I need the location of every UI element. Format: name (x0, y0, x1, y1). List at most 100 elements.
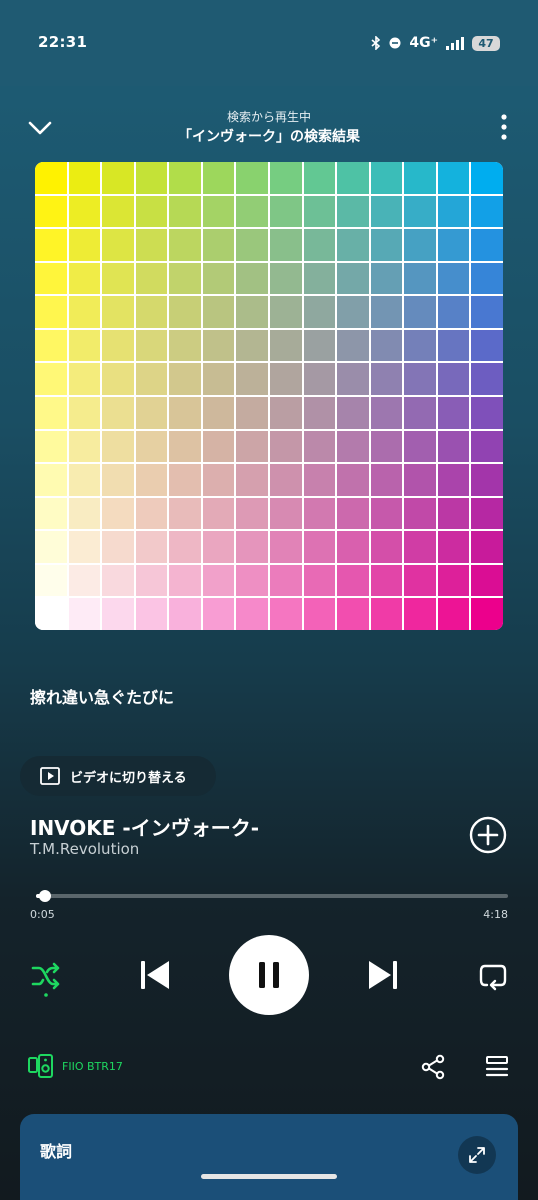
artwork-tile (102, 430, 134, 463)
artwork-tile (169, 329, 201, 362)
home-indicator[interactable] (201, 1174, 337, 1179)
artwork-tile (169, 195, 201, 228)
artwork-tile (437, 262, 470, 295)
share-icon[interactable] (420, 1054, 446, 1080)
artwork-tile (236, 564, 268, 597)
artwork-tile (135, 564, 168, 597)
artwork-tile (135, 329, 168, 362)
artwork-tile (337, 195, 369, 228)
progress-handle[interactable] (39, 890, 52, 902)
artwork-tile (269, 229, 302, 261)
artwork-tile (202, 531, 235, 563)
artwork-tile (370, 296, 403, 328)
artwork-tile (370, 162, 403, 194)
artwork-tile (303, 262, 336, 295)
artwork-tile (337, 497, 369, 530)
artwork-tile (471, 497, 503, 530)
context-title[interactable]: 「インヴォーク」の検索結果 (0, 126, 538, 146)
artwork-tile (169, 229, 201, 261)
repeat-icon (479, 964, 507, 991)
artwork-tile (68, 363, 101, 395)
artwork-tile (35, 296, 67, 328)
artwork-tile (236, 396, 268, 429)
artwork-tile (236, 229, 268, 261)
artwork-tile (68, 262, 101, 295)
artwork-tile (437, 464, 470, 496)
artwork-tile (370, 497, 403, 530)
connected-device[interactable]: FIIO BTR17 (28, 1054, 123, 1078)
pause-button[interactable] (229, 935, 309, 1015)
artwork-tile (471, 195, 503, 228)
artwork-tile (169, 564, 201, 597)
artwork-tile (337, 329, 369, 362)
artwork-tile (404, 396, 436, 429)
artwork-tile (202, 564, 235, 597)
switch-to-video-button[interactable]: ビデオに切り替える (20, 756, 216, 796)
artwork-tile (471, 329, 503, 362)
artwork-tile (236, 162, 268, 194)
artwork-tile (337, 464, 369, 496)
lyrics-label: 歌詞 (40, 1142, 73, 1161)
artwork-tile (370, 430, 403, 463)
track-title[interactable]: INVOKE -インヴォーク- (30, 812, 259, 841)
progress-bar[interactable] (36, 890, 508, 902)
artwork-tile (471, 363, 503, 395)
artwork-tile (169, 531, 201, 563)
expand-icon (469, 1147, 485, 1163)
artwork-tile (68, 296, 101, 328)
artwork-tile (303, 531, 336, 563)
artwork-tile (102, 396, 134, 429)
artwork-tile (269, 598, 302, 630)
lyrics-card[interactable]: 歌詞 (20, 1114, 518, 1200)
bluetooth-icon (371, 36, 381, 50)
queue-icon[interactable] (484, 1054, 510, 1080)
artwork-tile (135, 497, 168, 530)
artwork-tile (68, 195, 101, 228)
artwork-tile (135, 598, 168, 630)
artwork-tile (269, 564, 302, 597)
artwork-tile (471, 564, 503, 597)
artwork-tile (471, 296, 503, 328)
track-artist[interactable]: T.M.Revolution (30, 840, 139, 858)
artwork-tile (35, 464, 67, 496)
device-speaker-icon (28, 1054, 53, 1078)
artwork-tile (35, 329, 67, 362)
artwork-tile (269, 162, 302, 194)
artwork-tile (303, 363, 336, 395)
artwork-tile (202, 262, 235, 295)
add-to-library-icon[interactable] (468, 815, 508, 855)
artwork-tile (303, 430, 336, 463)
artwork-tile (303, 296, 336, 328)
artwork-tile (102, 195, 134, 228)
artwork-tile (437, 531, 470, 563)
previous-button[interactable] (136, 956, 174, 994)
artwork-tile (337, 262, 369, 295)
repeat-button[interactable] (476, 958, 510, 994)
artwork-tile (102, 464, 134, 496)
artwork-tile (370, 195, 403, 228)
signal-icon (446, 36, 464, 50)
artwork-tile (404, 262, 436, 295)
status-bar: 22:31 4G⁺ 47 (0, 0, 538, 86)
shuffle-button[interactable] (28, 958, 64, 998)
artwork-tile (102, 329, 134, 362)
artwork-tile (370, 396, 403, 429)
artwork-tile (370, 329, 403, 362)
total-time: 4:18 (483, 908, 508, 921)
artwork-tile (370, 564, 403, 597)
artwork-tile (169, 363, 201, 395)
artwork-tile (68, 598, 101, 630)
artwork-tile (202, 598, 235, 630)
artwork-tile (68, 564, 101, 597)
next-button[interactable] (364, 956, 402, 994)
artwork-tile (102, 229, 134, 261)
more-options-icon[interactable] (500, 113, 508, 141)
expand-lyrics-button[interactable] (458, 1136, 496, 1174)
status-time: 22:31 (38, 33, 88, 51)
artwork-tile (303, 464, 336, 496)
artwork-tile (35, 262, 67, 295)
artwork-tile (370, 531, 403, 563)
artwork-tile (169, 598, 201, 630)
artwork-tile (437, 296, 470, 328)
artwork-tile (437, 497, 470, 530)
